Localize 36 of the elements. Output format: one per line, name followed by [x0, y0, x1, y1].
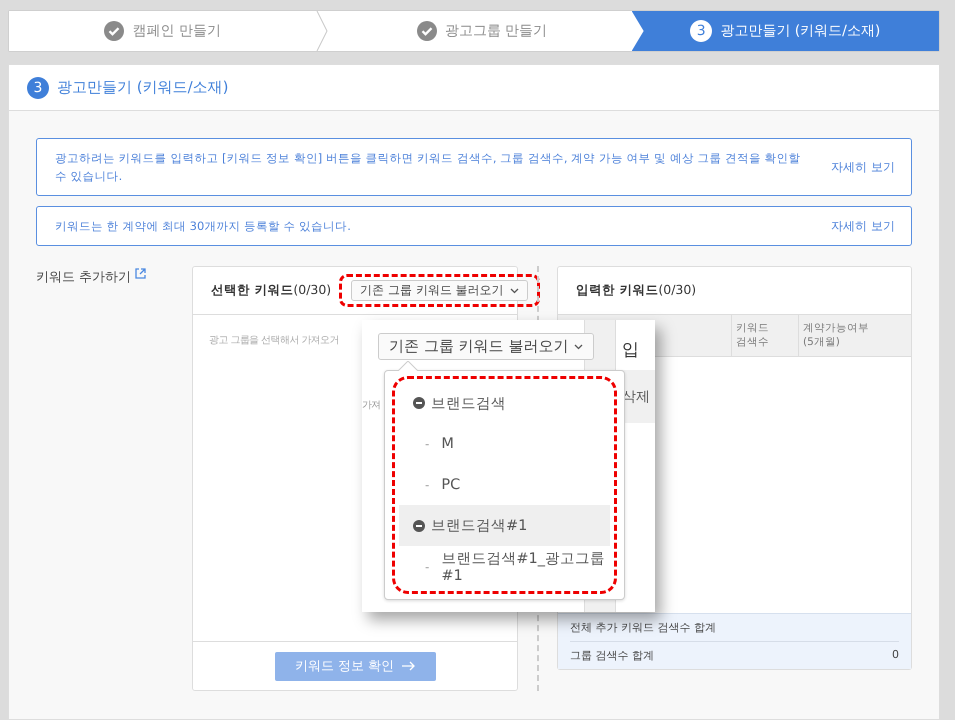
- summary-label: 전체 추가 키워드 검색수 합계: [570, 620, 716, 635]
- summary-label: 그룹 검색수 합계: [570, 648, 654, 663]
- panel-title: 입력한 키워드(0/30): [576, 282, 696, 299]
- chevron-down-icon: [574, 344, 584, 350]
- details-link[interactable]: 자세히 보기: [831, 218, 895, 234]
- chevron-down-icon: [510, 288, 519, 294]
- details-link[interactable]: 자세히 보기: [831, 158, 895, 176]
- collapse-icon: [413, 397, 425, 410]
- step-label: 캠페인 만들기: [132, 22, 221, 40]
- load-group-keywords-dropdown[interactable]: 기존 그룹 키워드 불러오기: [378, 333, 594, 360]
- group-item[interactable]: 브랜드검색: [399, 383, 610, 424]
- ad-group-item[interactable]: - M: [399, 424, 610, 465]
- placeholder-text: 가져: [362, 399, 380, 412]
- section-number: 3: [27, 76, 49, 98]
- step-label: 광고그룹 만들기: [444, 22, 548, 40]
- column-header: 키워드 검색수: [731, 315, 798, 356]
- step-tab[interactable]: 3 광고만들기 (키워드/소재): [632, 11, 939, 51]
- check-circle-icon: [416, 21, 437, 41]
- column-header: 계약가능여부 (5개월): [798, 315, 911, 356]
- panel-title: 선택한 키워드(0/30): [211, 282, 332, 299]
- summary-value: 0: [892, 648, 899, 663]
- notice-text: 키워드는 한 계약에 최대 30개까지 등록할 수 있습니다.: [55, 218, 352, 235]
- check-circle-icon: [104, 21, 124, 41]
- keyword-add-label: 키워드 추가하기: [36, 269, 132, 286]
- step-label: 광고만들기 (키워드/소재): [720, 22, 880, 40]
- section-title: 광고만들기 (키워드/소재): [57, 78, 229, 97]
- collapse-icon: [413, 520, 425, 532]
- external-link-icon[interactable]: [135, 268, 146, 279]
- step-number: 3: [690, 20, 712, 42]
- arrow-right-icon: [402, 661, 416, 671]
- load-group-keywords-dropdown[interactable]: 기존 그룹 키워드 불러오기: [351, 280, 528, 301]
- placeholder-text: 광고 그룹을 선택해서 가져오거: [208, 334, 339, 347]
- column-header: 입: [622, 339, 639, 361]
- ad-group-item[interactable]: - PC: [399, 464, 610, 506]
- notice-text: 광고하려는 키워드를 입력하고 [키워드 정보 확인] 버튼을 클릭하면 키워드 검색수, 그룹 검색수, 계약 가능 여부 및 예상 그룹 견적을 확인할 수 있습니다.: [55, 150, 802, 185]
- group-item[interactable]: 브랜드검색#1: [399, 505, 610, 546]
